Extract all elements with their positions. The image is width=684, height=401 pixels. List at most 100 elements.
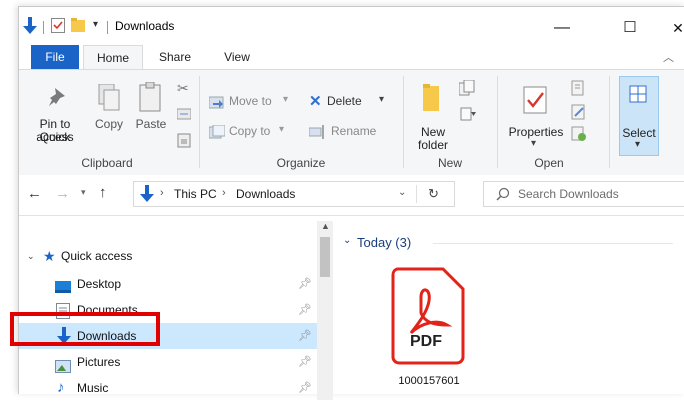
paste-shortcut-icon[interactable] [177,132,191,151]
pane-divider [19,215,684,216]
file-item[interactable]: PDF 1000157601 [381,267,477,397]
copy-to-label: Copy to [229,124,271,138]
rename-label: Rename [331,124,377,138]
window-title: Downloads [115,19,175,33]
title-bar: ▾ Downloads — ☐ ✕ [19,7,684,45]
breadcrumb-chevron-icon: › [160,187,164,199]
copy-to-icon [208,124,226,142]
refresh-icon[interactable]: ↻ [428,186,439,202]
quick-access-label: Quick access [61,249,133,263]
tab-home[interactable]: Home [83,45,143,69]
recent-locations-icon[interactable]: ▾ [81,187,86,198]
ribbon-separator [403,76,404,168]
sidebar-item-desktop[interactable]: Desktop 📌︎ [19,271,319,297]
address-row: ← → ▾ ↑ › This PC › Downloads ⌄ ↻ Search… [19,175,684,215]
group-header-today[interactable]: ⌄ Today (3) [343,235,683,253]
close-button[interactable]: ✕ [655,15,684,41]
forward-arrow-icon[interactable]: → [55,185,70,202]
cut-icon[interactable]: ✂ [177,80,189,97]
copy-icon [97,83,121,115]
sidebar-item-label: Desktop [77,277,122,291]
select-button[interactable]: Select ▾ [619,76,659,156]
select-dropdown-icon: ▾ [635,139,641,150]
up-arrow-icon[interactable]: ↑ [99,184,107,201]
search-icon [496,187,510,204]
group-header-label: Today (3) [357,235,412,250]
breadcrumb-downloads[interactable]: Downloads [236,187,295,201]
pinned-icon: 📌︎ [298,304,312,316]
paste-button[interactable]: Paste [131,78,171,150]
new-folder-icon[interactable] [71,18,87,36]
organize-group-label: Organize [276,156,326,170]
properties-check-icon[interactable] [51,18,65,36]
history-icon[interactable] [571,126,587,145]
pdf-file-icon [391,267,465,368]
pin-icon [47,86,67,111]
properties-icon [523,86,549,117]
sidebar-item-music[interactable]: ♪ Music 📌︎ [19,375,319,401]
search-box[interactable]: Search Downloads [483,181,684,207]
sidebar-item-pictures[interactable]: Pictures 📌︎ [19,349,319,375]
nav-quick-access[interactable]: ⌄ ★ Quick access [19,243,319,269]
star-icon: ★ [43,248,56,264]
collapse-chevron-icon: ⌄ [343,235,352,246]
navigation-pane: ⌄ ★ Quick access Desktop 📌︎ Documents 📌︎… [19,221,319,400]
edit-icon[interactable] [571,104,587,123]
pdf-badge: PDF [410,333,442,350]
sidebar-item-label: Music [77,381,109,395]
tab-share[interactable]: Share [145,45,205,69]
highlight-box [10,312,160,346]
ribbon: Pin to Quick access Copy Paste ✂ Clipboa… [19,69,684,177]
ribbon-separator [497,76,498,168]
move-to-label: Move to [229,94,272,108]
downloads-location-icon [140,185,154,206]
copy-label: Copy [94,117,123,131]
qat-dropdown-icon[interactable]: ▾ [93,19,98,30]
address-dropdown-icon[interactable]: ⌄ [398,187,406,198]
new-folder-label-line2: folder [417,138,449,152]
copy-to-dropdown-icon: ▾ [279,124,285,135]
open-icon[interactable] [571,80,587,99]
file-list: ⌄ Today (3) PDF 1000157601 [335,221,684,400]
search-placeholder: Search Downloads [518,187,619,201]
open-group-label: Open [534,156,564,170]
expand-chevron-icon[interactable]: ⌄ [27,243,35,269]
address-bar[interactable]: › This PC › Downloads ⌄ ↻ [133,181,455,207]
pinned-icon: 📌︎ [298,330,312,342]
easy-access-icon[interactable] [459,106,477,125]
collapse-ribbon-icon[interactable]: ︿ [663,49,674,65]
properties-dropdown-icon: ▾ [531,138,537,149]
pin-to-quick-access-button[interactable]: Pin to Quick access [23,78,87,150]
minimize-button[interactable]: — [539,15,585,41]
breadcrumb-this-pc[interactable]: This PC [174,187,217,201]
copy-button[interactable]: Copy [89,78,129,150]
sidebar-item-label: Pictures [77,355,121,369]
copy-path-icon[interactable] [176,108,192,123]
copy-to-button[interactable]: Copy to ▾ [208,122,299,142]
new-group-label: New [437,156,462,170]
down-arrow-icon[interactable] [23,17,37,38]
new-folder-button[interactable]: New folder [411,78,455,152]
new-item-icon[interactable] [458,79,477,99]
clipboard-group-label: Clipboard [81,156,133,170]
scrollbar-thumb[interactable] [320,237,330,277]
back-arrow-icon[interactable]: ← [27,185,42,202]
group-header-rule [433,243,673,244]
tab-file[interactable]: File [31,45,79,69]
paste-icon [139,81,163,115]
maximize-button[interactable]: ☐ [607,15,653,41]
rename-button[interactable]: Rename [308,122,395,142]
pinned-icon: 📌︎ [298,278,312,290]
delete-button[interactable]: ✕ Delete ▾ [309,92,395,112]
properties-button[interactable]: Properties ▾ [505,78,567,152]
tab-view[interactable]: View [209,45,265,69]
ribbon-separator [609,76,610,168]
music-icon: ♪ [57,379,65,396]
pinned-icon: 📌︎ [298,356,312,368]
title-separator [107,21,108,34]
nav-scrollbar[interactable]: ▲ [317,221,333,400]
scroll-up-arrow-icon[interactable]: ▲ [321,221,330,231]
delete-label: Delete [327,94,362,108]
move-to-button[interactable]: Move to ▾ [208,92,299,112]
ribbon-separator [199,76,200,168]
